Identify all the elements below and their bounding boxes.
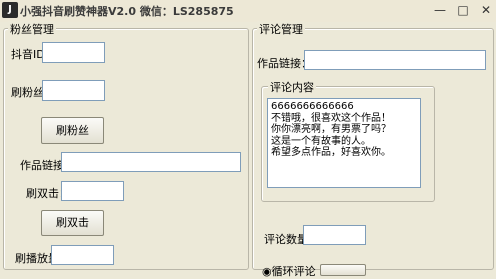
fans-group-title: 粉丝管理 [8, 21, 56, 37]
brush-double-click-button[interactable]: 刷双击 [41, 210, 104, 236]
double-click-input[interactable] [61, 181, 124, 201]
maximize-icon[interactable]: □ [455, 2, 471, 18]
comment-group-title: 评论管理 [257, 21, 305, 37]
comment-count-input[interactable] [303, 225, 366, 245]
douyin-id-input[interactable] [42, 42, 105, 63]
close-icon[interactable]: ✕ [478, 2, 494, 18]
comment-works-link-input[interactable] [304, 50, 486, 70]
app-icon: J [2, 2, 18, 18]
loop-comment-radio[interactable]: ◉循环评论 [262, 263, 316, 279]
works-link-input[interactable] [61, 152, 241, 172]
fans-count-input[interactable] [42, 80, 105, 101]
play-count-input[interactable] [51, 245, 114, 265]
brush-fans-button[interactable]: 刷粉丝 [41, 117, 104, 144]
minimize-icon[interactable]: — [432, 2, 448, 18]
comment-content-textarea[interactable]: 6666666666666 不错哦，很喜欢这个作品！ 你你漂亮啊，有男票了吗？ … [267, 98, 421, 188]
comment-action-button[interactable] [320, 264, 366, 276]
fans-group [3, 28, 249, 270]
comment-content-title: 评论内容 [268, 79, 316, 95]
window-title: 小强抖音刷赞神器V2.0 微信：LS285875 [20, 5, 234, 18]
